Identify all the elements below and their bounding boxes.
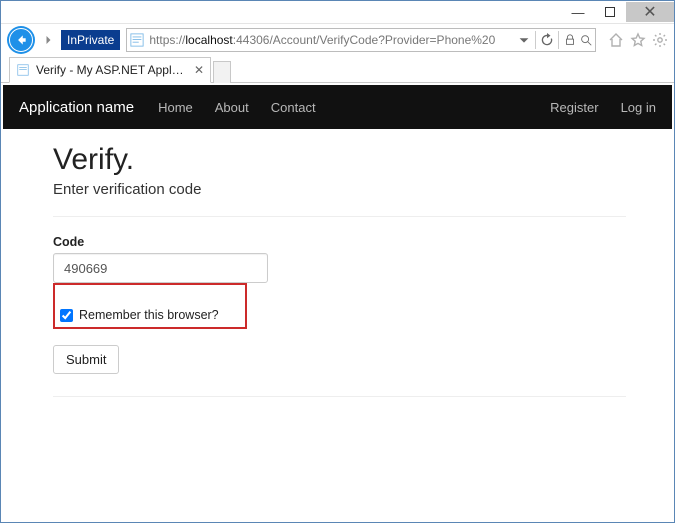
footer-divider [53, 396, 626, 397]
nav-about[interactable]: About [215, 100, 249, 115]
dropdown-icon[interactable] [517, 33, 531, 47]
url-scheme: https:// [149, 33, 185, 47]
nav-contact[interactable]: Contact [271, 100, 316, 115]
code-label: Code [53, 235, 626, 249]
separator [535, 31, 536, 49]
tab-favicon-icon [16, 63, 30, 77]
page-subtitle: Enter verification code [53, 181, 626, 198]
remember-browser-checkbox[interactable] [60, 309, 73, 322]
page-heading: Verify. [53, 143, 626, 177]
home-icon[interactable] [608, 32, 624, 48]
highlight-annotation: Remember this browser? [53, 283, 247, 329]
tab-title: Verify - My ASP.NET Applic... [36, 63, 186, 77]
page-viewport: Application name Home About Contact Regi… [1, 83, 674, 522]
brand-link[interactable]: Application name [19, 99, 134, 116]
favorites-icon[interactable] [630, 32, 646, 48]
forward-button[interactable] [39, 28, 57, 52]
inprivate-badge: InPrivate [61, 30, 120, 50]
nav-register[interactable]: Register [550, 100, 598, 115]
browser-toolbar: InPrivate https://localhost:44306/Accoun… [1, 23, 674, 55]
lock-icon[interactable] [563, 33, 577, 47]
address-bar-controls [515, 31, 593, 49]
window-close-button[interactable]: ✕ [626, 2, 674, 22]
url-text: https://localhost:44306/Account/VerifyCo… [149, 33, 515, 47]
url-host: localhost [185, 33, 232, 47]
site-navbar: Application name Home About Contact Regi… [3, 85, 672, 129]
remember-browser-label: Remember this browser? [79, 308, 219, 322]
window-minimize-button[interactable]: — [562, 2, 594, 22]
divider [53, 216, 626, 217]
tab-close-button[interactable]: ✕ [194, 63, 204, 77]
address-bar[interactable]: https://localhost:44306/Account/VerifyCo… [126, 28, 596, 52]
submit-button[interactable]: Submit [53, 345, 119, 374]
nav-login[interactable]: Log in [621, 100, 656, 115]
refresh-icon[interactable] [540, 33, 554, 47]
browser-chrome-icons [600, 32, 668, 48]
code-input[interactable] [53, 253, 268, 283]
page-container: Verify. Enter verification code Code Rem… [1, 129, 674, 397]
search-icon[interactable] [579, 33, 593, 47]
settings-gear-icon[interactable] [652, 32, 668, 48]
page-favicon-icon [129, 32, 145, 48]
nav-home[interactable]: Home [158, 100, 193, 115]
remember-browser-row: Remember this browser? [57, 305, 225, 325]
window-titlebar: — ✕ [1, 1, 674, 23]
separator [558, 31, 559, 49]
tab-strip: Verify - My ASP.NET Applic... ✕ [1, 55, 674, 83]
new-tab-button[interactable] [213, 61, 231, 83]
url-path: :44306/Account/VerifyCode?Provider=Phone… [233, 33, 496, 47]
window-maximize-button[interactable] [594, 2, 626, 22]
browser-tab[interactable]: Verify - My ASP.NET Applic... ✕ [9, 57, 211, 83]
back-button[interactable] [7, 26, 35, 54]
